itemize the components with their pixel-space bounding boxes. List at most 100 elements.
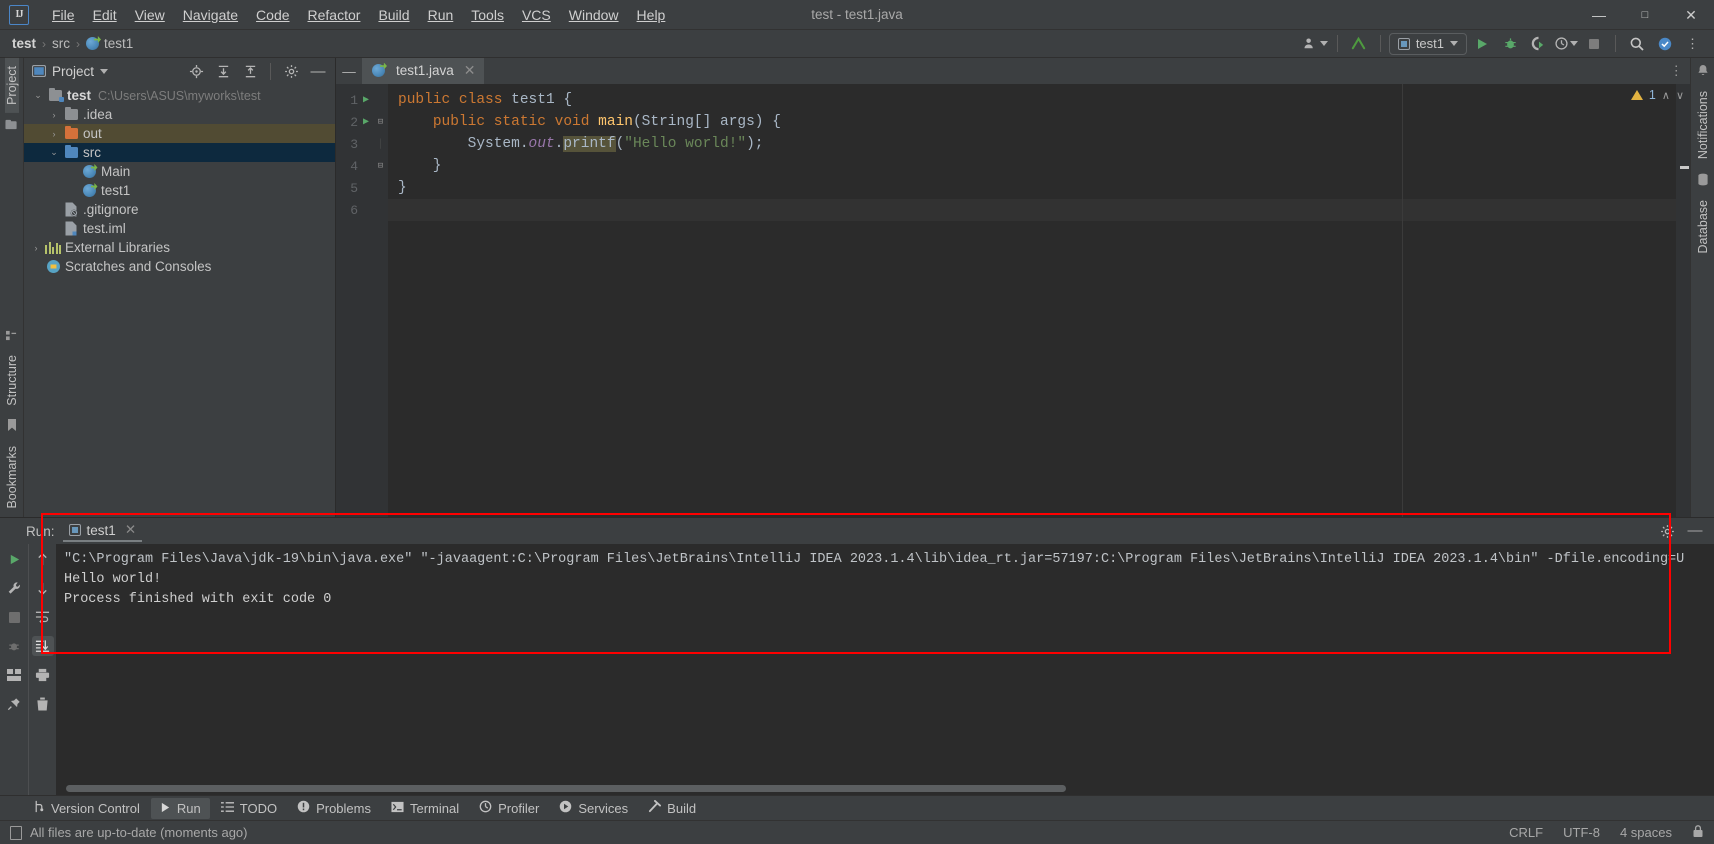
tool-window-todo[interactable]: TODO xyxy=(212,798,286,819)
database-icon[interactable] xyxy=(1697,173,1709,186)
tree-item-scratches[interactable]: Scratches and Consoles xyxy=(24,257,335,276)
menu-help[interactable]: Help xyxy=(628,3,675,27)
indent-indicator[interactable]: 4 spaces xyxy=(1620,825,1672,840)
tool-window-services[interactable]: Services xyxy=(550,797,637,819)
chevron-expanded-icon[interactable]: ⌄ xyxy=(30,90,46,101)
close-button[interactable]: ✕ xyxy=(1668,0,1714,30)
close-icon[interactable]: ✕ xyxy=(464,62,476,79)
editor-tab-test1-java[interactable]: test1.java ✕ xyxy=(362,58,484,84)
chevron-collapsed-icon[interactable]: › xyxy=(46,110,62,120)
locate-icon[interactable] xyxy=(183,59,209,83)
console-horizontal-scrollbar[interactable] xyxy=(66,785,1066,792)
lock-icon[interactable] xyxy=(1692,824,1704,841)
chevron-collapsed-icon[interactable]: › xyxy=(46,129,62,139)
tool-window-problems[interactable]: Problems xyxy=(288,797,380,819)
menu-code[interactable]: Code xyxy=(247,3,298,27)
tree-item-external-libraries[interactable]: › External Libraries xyxy=(24,238,335,257)
tree-item-test[interactable]: ⌄ test C:\Users\ASUS\myworks\test xyxy=(24,86,335,105)
wrench-settings-icon[interactable] xyxy=(3,578,25,598)
tree-item-src[interactable]: ⌄ src xyxy=(24,143,335,162)
inspection-widget[interactable]: 1 ∧ ∨ xyxy=(1630,88,1684,102)
tree-item-test1[interactable]: test1 xyxy=(24,181,335,200)
structure-panel-icon[interactable] xyxy=(6,330,17,341)
tool-window-run[interactable]: Run xyxy=(150,797,210,819)
menu-tools[interactable]: Tools xyxy=(462,3,513,27)
bookmarks-icon[interactable] xyxy=(7,419,17,432)
tree-item-out[interactable]: › out xyxy=(24,124,335,143)
rail-item-bookmarks[interactable]: Bookmarks xyxy=(5,438,19,517)
maximize-button[interactable]: □ xyxy=(1622,0,1668,30)
tree-item-main[interactable]: Main xyxy=(24,162,335,181)
prev-problem-icon[interactable]: ∧ xyxy=(1662,89,1670,102)
menu-edit[interactable]: Edit xyxy=(84,3,126,27)
menu-run[interactable]: Run xyxy=(419,3,463,27)
chevron-expanded-icon[interactable]: ⌄ xyxy=(46,147,62,158)
hide-panel-icon[interactable]: — xyxy=(305,59,331,83)
run-configuration-selector[interactable]: test1 xyxy=(1388,32,1467,55)
stop-button[interactable] xyxy=(1581,32,1607,56)
print-icon[interactable] xyxy=(32,665,54,685)
tree-item-test-iml[interactable]: test.iml xyxy=(24,219,335,238)
tool-window-build[interactable]: Build xyxy=(639,797,705,819)
pin-icon[interactable] xyxy=(3,694,25,714)
tree-item-idea[interactable]: › .idea xyxy=(24,105,335,124)
user-avatar-icon[interactable] xyxy=(1303,32,1329,56)
expand-all-icon[interactable] xyxy=(210,59,236,83)
breadcrumb-src[interactable]: src xyxy=(50,36,72,51)
menu-refactor[interactable]: Refactor xyxy=(299,3,370,27)
menu-vcs[interactable]: VCS xyxy=(513,3,560,27)
fold-marker[interactable]: ⊟ xyxy=(374,161,387,171)
tool-window-profiler[interactable]: Profiler xyxy=(470,797,548,819)
console-output[interactable]: "C:\Program Files\Java\jdk-19\bin\java.e… xyxy=(56,544,1714,795)
more-options-button[interactable]: ⋮ xyxy=(1680,32,1706,56)
menu-build[interactable]: Build xyxy=(369,3,418,27)
updates-arrow-icon[interactable] xyxy=(1346,32,1372,56)
code-content[interactable]: public class test1 { public static void … xyxy=(388,84,1676,517)
menu-view[interactable]: View xyxy=(126,3,174,27)
clear-all-icon[interactable] xyxy=(32,694,54,714)
breadcrumb-test[interactable]: test xyxy=(10,36,38,51)
encoding-indicator[interactable]: UTF-8 xyxy=(1563,825,1600,840)
layout-icon[interactable] xyxy=(3,665,25,685)
scroll-up-icon[interactable] xyxy=(32,549,54,569)
run-gutter-icon[interactable]: ▶ xyxy=(358,94,374,106)
menu-navigate[interactable]: Navigate xyxy=(174,3,247,27)
minimize-icon[interactable]: — xyxy=(1684,521,1706,541)
hide-editor-tabs-icon[interactable]: — xyxy=(336,58,362,84)
run-button[interactable] xyxy=(1469,32,1495,56)
rerun-icon[interactable] xyxy=(3,549,25,569)
rail-item-notifications[interactable]: Notifications xyxy=(1696,83,1710,167)
fold-marker[interactable]: ⊟ xyxy=(374,117,387,127)
scroll-down-icon[interactable] xyxy=(32,578,54,598)
soft-wrap-icon[interactable] xyxy=(32,607,54,627)
error-stripe[interactable] xyxy=(1676,84,1690,517)
settings-gear-icon[interactable] xyxy=(278,59,304,83)
chevron-down-icon[interactable] xyxy=(100,68,109,74)
commit-icon[interactable] xyxy=(5,119,18,131)
search-button[interactable] xyxy=(1624,32,1650,56)
breadcrumb-test1[interactable]: test1 xyxy=(84,36,135,51)
settings-button[interactable] xyxy=(1652,32,1678,56)
settings-gear-icon[interactable] xyxy=(1656,521,1678,541)
scroll-to-end-icon[interactable] xyxy=(31,636,54,656)
tool-window-terminal[interactable]: Terminal xyxy=(382,798,468,819)
minimize-button[interactable]: — xyxy=(1576,0,1622,30)
collapse-all-icon[interactable] xyxy=(237,59,263,83)
tree-item-gitignore[interactable]: .gitignore xyxy=(24,200,335,219)
more-icon[interactable]: ⋮ xyxy=(1670,63,1685,79)
profiler-button[interactable] xyxy=(1553,32,1579,56)
rail-item-project[interactable]: Project xyxy=(4,58,19,113)
debug-button[interactable] xyxy=(1497,32,1523,56)
line-separator-indicator[interactable]: CRLF xyxy=(1509,825,1543,840)
next-problem-icon[interactable]: ∨ xyxy=(1676,89,1684,102)
run-tab-test1[interactable]: test1 ✕ xyxy=(62,520,143,542)
stripe-mark[interactable] xyxy=(1680,166,1689,169)
rail-item-database[interactable]: Database xyxy=(1696,192,1710,262)
debug-icon[interactable] xyxy=(3,636,25,656)
chevron-collapsed-icon[interactable]: › xyxy=(28,243,44,253)
rail-item-structure[interactable]: Structure xyxy=(5,347,19,414)
notifications-bell-icon[interactable] xyxy=(1697,64,1709,77)
stop-icon[interactable] xyxy=(3,607,25,627)
menu-window[interactable]: Window xyxy=(560,3,628,27)
run-gutter-icon[interactable]: ▶ xyxy=(358,116,374,128)
